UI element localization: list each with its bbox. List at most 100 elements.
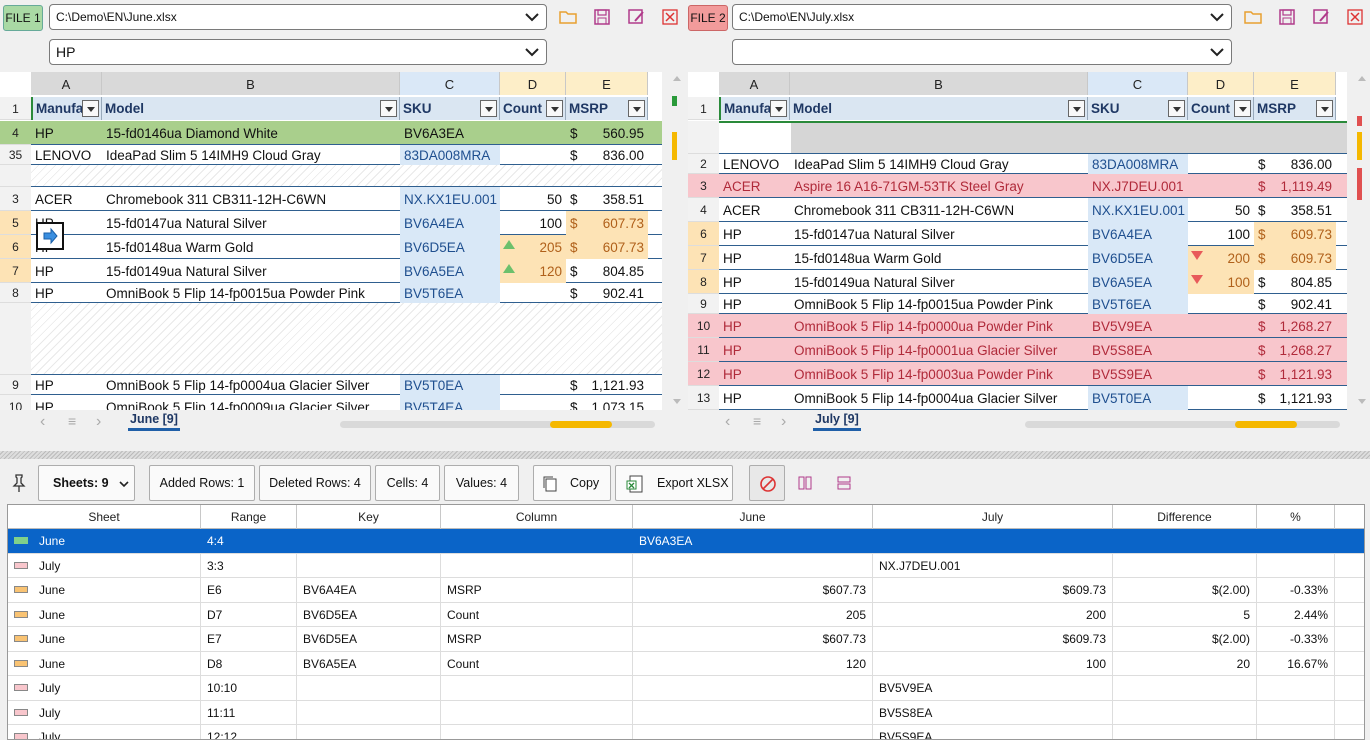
row-number[interactable]: 1 — [688, 97, 719, 120]
cell-model[interactable]: 15-fd0149ua Natural Silver — [102, 259, 400, 283]
cell-model[interactable]: 15-fd0147ua Natural Silver — [102, 211, 400, 235]
row-number[interactable]: 6 — [688, 222, 719, 246]
cell-count[interactable] — [1188, 174, 1254, 198]
cell-count[interactable] — [500, 145, 566, 165]
cell-model[interactable]: OmniBook 5 Flip 14-fp0004ua Glacier Silv… — [790, 386, 1088, 410]
file1-horizontal-scrollbar[interactable] — [340, 421, 655, 428]
scroll-thumb[interactable] — [1235, 421, 1297, 428]
cell-msrp[interactable]: $1,268.27 — [1254, 338, 1336, 362]
cell-sku[interactable]: BV5T0EA — [400, 375, 500, 395]
difference-row[interactable]: July 3:3 NX.J7DEU.001 — [8, 553, 1364, 578]
column-header-june[interactable]: June — [633, 505, 873, 529]
difference-row[interactable]: July 11:11 BV5S8EA — [8, 700, 1364, 725]
save-icon[interactable] — [592, 7, 612, 27]
filter-dropdown-icon[interactable] — [546, 100, 563, 117]
cell-msrp[interactable]: $1,121.93 — [566, 375, 648, 395]
column-header-c[interactable]: C — [1088, 72, 1188, 95]
cell-count[interactable] — [1188, 338, 1254, 362]
pin-icon[interactable] — [12, 474, 26, 492]
row-number[interactable]: 8 — [0, 283, 31, 303]
chevron-right-icon[interactable]: › — [96, 413, 101, 431]
cell-sku[interactable]: BV5T0EA — [1088, 386, 1188, 410]
filter-dropdown-icon[interactable] — [480, 100, 497, 117]
cell-sku[interactable]: BV5T6EA — [400, 283, 500, 303]
chevron-left-icon[interactable]: ‹ — [40, 413, 45, 431]
cell-model[interactable]: IdeaPad Slim 5 14IMH9 Cloud Gray — [790, 154, 1088, 174]
difference-row[interactable]: June 4:4 BV6A3EA — [8, 529, 1364, 554]
cell-manufacturer[interactable]: HP — [719, 246, 790, 270]
chevron-right-icon[interactable]: › — [781, 413, 786, 431]
difference-row[interactable]: July 10:10 BV5V9EA — [8, 676, 1364, 701]
clear-filter-button[interactable] — [749, 465, 785, 501]
cell-model[interactable]: OmniBook 5 Flip 14-fp0009ua Glacier Silv… — [102, 395, 400, 410]
column-header-d[interactable]: D — [1188, 72, 1254, 95]
cell-count[interactable]: 100 — [500, 211, 566, 235]
cell-msrp[interactable]: $836.00 — [1254, 154, 1336, 174]
cell-msrp[interactable]: $804.85 — [566, 259, 648, 283]
sheet-row[interactable] — [31, 165, 662, 187]
cell-msrp[interactable]: $1,121.93 — [1254, 386, 1336, 410]
cell-msrp[interactable]: $902.41 — [1254, 294, 1336, 314]
cell-model[interactable]: OmniBook 5 Flip 14-fp0003ua Powder Pink — [790, 362, 1088, 386]
folder-open-icon[interactable] — [558, 7, 578, 27]
cell-count[interactable]: 120 — [500, 259, 566, 283]
header-cell-count[interactable]: Count — [1188, 97, 1254, 120]
pane-splitter[interactable] — [0, 451, 1370, 459]
cell-sku[interactable]: 83DA008MRA — [400, 145, 500, 165]
cell-sku[interactable]: BV6A4EA — [400, 211, 500, 235]
cell-msrp[interactable]: $609.73 — [1254, 246, 1336, 270]
sheet-row[interactable] — [719, 121, 1347, 154]
column-header-d[interactable]: D — [500, 72, 566, 95]
row-number[interactable]: 10 — [688, 314, 719, 338]
header-cell-count[interactable]: Count — [500, 97, 566, 120]
filter-dropdown-icon[interactable] — [1068, 100, 1085, 117]
cell-count[interactable] — [1188, 314, 1254, 338]
cell-model[interactable]: Aspire 16 A16-71GM-53TK Steel Gray — [790, 174, 1088, 198]
copy-button[interactable]: Copy — [533, 465, 611, 501]
difference-row[interactable]: June E6 BV6A4EA MSRP $607.73 $609.73 $(2.00) -0… — [8, 578, 1364, 603]
cell-msrp[interactable]: $607.73 — [566, 211, 648, 235]
row-number[interactable]: 12 — [688, 362, 719, 386]
row-number[interactable]: 6 — [0, 235, 31, 259]
cell-manufacturer[interactable]: HP — [719, 362, 790, 386]
cell-sku[interactable]: BV6D5EA — [400, 235, 500, 259]
row-number[interactable] — [688, 121, 719, 154]
cell-model[interactable]: OmniBook 5 Flip 14-fp0015ua Powder Pink — [790, 294, 1088, 314]
row-number[interactable]: 9 — [688, 294, 719, 314]
cell-count[interactable] — [500, 283, 566, 303]
cell-count[interactable] — [500, 375, 566, 395]
row-number[interactable]: 10 — [0, 395, 31, 410]
cell-model[interactable]: IdeaPad Slim 5 14IMH9 Cloud Gray — [102, 145, 400, 165]
cell-count[interactable]: 100 — [1188, 222, 1254, 246]
header-cell-msrp[interactable]: MSRP — [1254, 97, 1336, 120]
cell-manufacturer[interactable]: HP — [31, 121, 102, 145]
export-xlsx-button[interactable]: Export XLSX — [615, 465, 733, 501]
cell-model[interactable]: 15-fd0147ua Natural Silver — [790, 222, 1088, 246]
cell-manufacturer[interactable]: ACER — [719, 174, 790, 198]
cell-sku[interactable]: BV5S8EA — [1088, 338, 1188, 362]
column-header-a[interactable]: A — [31, 72, 102, 95]
cell-msrp[interactable]: $804.85 — [1254, 270, 1336, 294]
cell-sku[interactable]: BV6D5EA — [1088, 246, 1188, 270]
header-cell-msrp[interactable]: MSRP — [566, 97, 648, 120]
row-number[interactable]: 5 — [0, 211, 31, 235]
filter-dropdown-icon[interactable] — [628, 100, 645, 117]
header-cell-model[interactable]: Model — [102, 97, 400, 120]
cell-manufacturer[interactable]: HP — [31, 283, 102, 303]
cell-sku[interactable]: NX.KX1EU.001 — [400, 187, 500, 211]
cell-msrp[interactable]: $358.51 — [566, 187, 648, 211]
cell-model[interactable]: Chromebook 311 CB311-12H-C6WN — [790, 198, 1088, 222]
sheet-list-icon[interactable]: ≡ — [753, 413, 761, 429]
row-number[interactable]: 3 — [688, 174, 719, 198]
cell-count[interactable]: 100 — [1188, 270, 1254, 294]
cell-msrp[interactable]: $560.95 — [566, 121, 648, 145]
cell-sku[interactable]: NX.KX1EU.001 — [1088, 198, 1188, 222]
cell-msrp[interactable]: $609.73 — [1254, 222, 1336, 246]
sheets-select[interactable]: Sheets: 9 — [38, 465, 135, 501]
file2-filter-combo[interactable] — [732, 39, 1232, 65]
header-cell-manufa[interactable]: Manufa — [31, 97, 102, 120]
close-file-icon[interactable] — [660, 7, 680, 27]
cell-sku[interactable]: BV5S9EA — [1088, 362, 1188, 386]
cell-manufacturer[interactable]: HP — [719, 386, 790, 410]
column-header-e[interactable]: E — [1254, 72, 1336, 95]
